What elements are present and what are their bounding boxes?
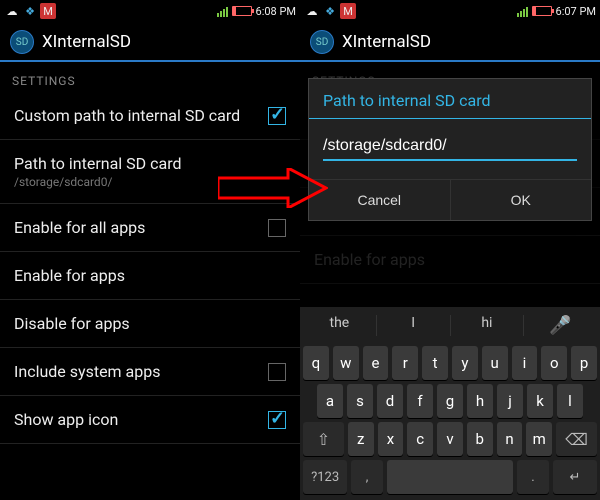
row-show-icon[interactable]: Show app icon	[0, 396, 300, 444]
key-k[interactable]: k	[527, 384, 553, 418]
app-title: XInternalSD	[342, 32, 431, 52]
key-e[interactable]: e	[363, 346, 389, 380]
key-f[interactable]: f	[407, 384, 433, 418]
status-time: 6:08 PM	[256, 5, 296, 18]
status-bar: ☁ ❖ M 6:08 PM	[0, 0, 300, 22]
app-icon: SD	[310, 30, 334, 54]
key-g[interactable]: g	[437, 384, 463, 418]
enter-key[interactable]: ↵	[553, 460, 597, 494]
key-x[interactable]: x	[378, 422, 404, 456]
comma-key[interactable]: ,	[351, 460, 383, 494]
key-w[interactable]: w	[333, 346, 359, 380]
app-title: XInternalSD	[42, 32, 131, 52]
key-u[interactable]: u	[482, 346, 508, 380]
cancel-button[interactable]: Cancel	[309, 180, 450, 220]
key-t[interactable]: t	[422, 346, 448, 380]
app-notif-icon: ❖	[322, 3, 338, 19]
key-l[interactable]: l	[557, 384, 583, 418]
row-path-internal[interactable]: Path to internal SD card /storage/sdcard…	[0, 140, 300, 204]
suggestion[interactable]: hi	[451, 315, 525, 336]
row-include-system[interactable]: Include system apps	[0, 348, 300, 396]
row-enable-for[interactable]: Enable for apps	[0, 252, 300, 300]
mic-icon[interactable]: 🎤	[524, 315, 597, 336]
key-q[interactable]: q	[303, 346, 329, 380]
app-icon: SD	[10, 30, 34, 54]
backspace-key[interactable]: ⌫	[556, 422, 597, 456]
cloud-icon: ☁	[304, 3, 320, 19]
path-input[interactable]	[323, 135, 577, 161]
key-o[interactable]: o	[541, 346, 567, 380]
key-h[interactable]: h	[467, 384, 493, 418]
suggestion[interactable]: I	[377, 315, 451, 336]
row-custom-path[interactable]: Custom path to internal SD card	[0, 92, 300, 140]
kb-row-4: ?123 , . ↵	[303, 460, 597, 494]
soft-keyboard[interactable]: the I hi 🎤 qwertyuiop asdfghjkl ⇧ zxcvbn…	[300, 307, 600, 500]
kb-row-2: asdfghjkl	[303, 384, 597, 418]
key-y[interactable]: y	[452, 346, 478, 380]
key-d[interactable]: d	[377, 384, 403, 418]
path-dialog: Path to internal SD card Cancel OK	[308, 78, 592, 221]
status-bar: ☁ ❖ M 6:07 PM	[300, 0, 600, 22]
key-b[interactable]: b	[467, 422, 493, 456]
cloud-icon: ☁	[4, 3, 20, 19]
app-header: SD XInternalSD	[0, 22, 300, 62]
key-j[interactable]: j	[497, 384, 523, 418]
status-time: 6:07 PM	[556, 5, 596, 18]
row-enable-all[interactable]: Enable for all apps	[0, 204, 300, 252]
battery-icon	[232, 6, 252, 16]
suggestion[interactable]: the	[303, 315, 377, 336]
shift-key[interactable]: ⇧	[303, 422, 344, 456]
space-key[interactable]	[387, 460, 513, 494]
checkbox-icon[interactable]	[268, 107, 286, 125]
checkbox-icon[interactable]	[268, 363, 286, 381]
dialog-title: Path to internal SD card	[309, 79, 591, 119]
key-a[interactable]: a	[317, 384, 343, 418]
signal-icon	[517, 5, 528, 17]
mail-icon: M	[40, 3, 56, 19]
key-p[interactable]: p	[571, 346, 597, 380]
key-z[interactable]: z	[348, 422, 374, 456]
key-r[interactable]: r	[392, 346, 418, 380]
checkbox-icon[interactable]	[268, 219, 286, 237]
key-c[interactable]: c	[407, 422, 433, 456]
settings-list: Custom path to internal SD card Path to …	[0, 92, 300, 444]
symbols-key[interactable]: ?123	[303, 460, 347, 494]
suggestion-bar[interactable]: the I hi 🎤	[303, 311, 597, 342]
key-v[interactable]: v	[437, 422, 463, 456]
app-header: SD XInternalSD	[300, 22, 600, 62]
period-key[interactable]: .	[517, 460, 549, 494]
kb-row-3: ⇧ zxcvbnm ⌫	[303, 422, 597, 456]
key-i[interactable]: i	[512, 346, 538, 380]
section-label: SETTINGS	[0, 62, 300, 92]
ok-button[interactable]: OK	[450, 180, 592, 220]
battery-icon	[532, 6, 552, 16]
key-n[interactable]: n	[497, 422, 523, 456]
kb-row-1: qwertyuiop	[303, 346, 597, 380]
mail-icon: M	[340, 3, 356, 19]
app-notif-icon: ❖	[22, 3, 38, 19]
signal-icon	[217, 5, 228, 17]
row-disable-for[interactable]: Disable for apps	[0, 300, 300, 348]
key-m[interactable]: m	[526, 422, 552, 456]
key-s[interactable]: s	[347, 384, 373, 418]
row-bg: Enable for apps	[300, 236, 600, 284]
checkbox-icon[interactable]	[268, 411, 286, 429]
